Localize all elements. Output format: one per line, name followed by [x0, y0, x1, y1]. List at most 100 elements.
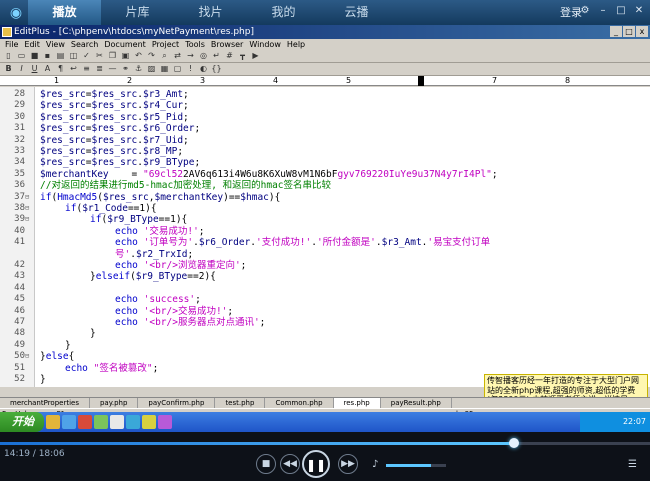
- menu-item[interactable]: Help: [284, 39, 308, 50]
- code-line[interactable]: 49}: [0, 340, 650, 351]
- player-tab[interactable]: 我的: [247, 0, 320, 25]
- paste-icon[interactable]: ▣: [120, 51, 131, 61]
- quicklaunch-media-icon[interactable]: [94, 415, 108, 429]
- align-left-icon[interactable]: ≡: [81, 64, 92, 74]
- code-line[interactable]: 35 $merchantKey = "69cl522AV6q613i4W6u8K6…: [0, 169, 650, 180]
- code-line[interactable]: 43}elseif($r9_BType==2){: [0, 271, 650, 282]
- pause-button[interactable]: ❚❚: [302, 450, 330, 478]
- editor-maximize-icon[interactable]: □: [623, 26, 635, 37]
- menu-item[interactable]: Tools: [182, 39, 208, 50]
- undo-icon[interactable]: ↶: [133, 51, 144, 61]
- player-tab[interactable]: 云播: [320, 0, 393, 25]
- player-tab[interactable]: 播放: [28, 0, 101, 25]
- nbsp-icon[interactable]: ¶: [55, 64, 66, 74]
- editor-close-icon[interactable]: x: [636, 26, 648, 37]
- menu-item[interactable]: Document: [101, 39, 148, 50]
- new-file-icon[interactable]: ▯: [3, 51, 14, 61]
- maximize-icon[interactable]: □: [614, 4, 628, 18]
- menu-item[interactable]: View: [43, 39, 68, 50]
- word-wrap-icon[interactable]: ↵: [211, 51, 222, 61]
- file-tab[interactable]: pay.php: [90, 398, 139, 408]
- code-line[interactable]: 46 echo '<br/>交易成功!';: [0, 306, 650, 317]
- goto-icon[interactable]: →: [185, 51, 196, 61]
- minimize-icon[interactable]: –: [596, 4, 610, 18]
- file-tab[interactable]: payResult.php: [381, 398, 452, 408]
- menu-item[interactable]: Browser: [208, 39, 246, 50]
- volume-icon[interactable]: ♪: [372, 459, 378, 470]
- break-icon[interactable]: ↩: [68, 64, 79, 74]
- color-icon[interactable]: ◐: [198, 64, 209, 74]
- taskbar-editplus-icon[interactable]: [142, 415, 156, 429]
- code-line[interactable]: 42 echo '<br/>浏览器重定向';: [0, 260, 650, 271]
- browser-icon[interactable]: ◎: [198, 51, 209, 61]
- file-tab[interactable]: test.php: [215, 398, 266, 408]
- taskbar-window-icon[interactable]: [126, 415, 140, 429]
- anchor-icon[interactable]: ⚓: [133, 64, 144, 74]
- cut-icon[interactable]: ✂: [94, 51, 105, 61]
- start-button[interactable]: 开始: [0, 412, 44, 432]
- next-button[interactable]: ▶▶: [338, 454, 358, 474]
- preview-icon[interactable]: ◫: [68, 51, 79, 61]
- code-line[interactable]: 47 echo '<br/>服务器点对点通讯';: [0, 317, 650, 328]
- menu-item[interactable]: Project: [149, 39, 182, 50]
- code-line[interactable]: 45 echo 'success';: [0, 294, 650, 305]
- taskbar-recorder-icon[interactable]: [158, 415, 172, 429]
- quicklaunch-folder-icon[interactable]: [46, 415, 60, 429]
- menu-item[interactable]: File: [2, 39, 21, 50]
- link-icon[interactable]: ⚭: [120, 64, 131, 74]
- quicklaunch-app-icon[interactable]: [78, 415, 92, 429]
- copy-icon[interactable]: ❐: [107, 51, 118, 61]
- previous-button[interactable]: ◀◀: [280, 454, 300, 474]
- code-line[interactable]: 38 ⊟ if($r1_Code==1){: [0, 203, 650, 214]
- find-icon[interactable]: ⌕: [159, 51, 170, 61]
- redo-icon[interactable]: ↷: [146, 51, 157, 61]
- bold-icon[interactable]: B: [3, 64, 14, 74]
- code-line[interactable]: 50 ⊟}else{: [0, 351, 650, 362]
- comment-icon[interactable]: !: [185, 64, 196, 74]
- line-number-icon[interactable]: #: [224, 51, 235, 61]
- fold-marker-icon[interactable]: ⊟: [25, 203, 34, 214]
- quicklaunch-doc-icon[interactable]: [110, 415, 124, 429]
- fold-marker-icon[interactable]: ⊟: [25, 192, 34, 203]
- close-icon[interactable]: ✕: [632, 4, 646, 18]
- quicklaunch-browser-icon[interactable]: [62, 415, 76, 429]
- fold-marker-icon[interactable]: ⊟: [25, 351, 34, 362]
- ruler-icon[interactable]: ┳: [237, 51, 248, 61]
- player-tab[interactable]: 片库: [101, 0, 174, 25]
- stop-button[interactable]: ■: [256, 454, 276, 474]
- open-file-icon[interactable]: ▭: [16, 51, 27, 61]
- playlist-icon[interactable]: ☰: [628, 459, 637, 470]
- code-line[interactable]: 28 $res_src=$res_src.$r3_Amt;: [0, 89, 650, 100]
- run-icon[interactable]: ▶: [250, 51, 261, 61]
- menu-item[interactable]: Window: [246, 39, 284, 50]
- code-line[interactable]: 30 $res_src=$res_src.$r5_Pid;: [0, 112, 650, 123]
- code-line[interactable]: 34 $res_src=$res_src.$r9_BType;: [0, 157, 650, 168]
- player-tab[interactable]: 找片: [174, 0, 247, 25]
- code-line[interactable]: 31 $res_src=$res_src.$r6_Order;: [0, 123, 650, 134]
- spellcheck-icon[interactable]: ✓: [81, 51, 92, 61]
- italic-icon[interactable]: I: [16, 64, 27, 74]
- file-tab[interactable]: merchantProperties: [0, 398, 90, 408]
- code-editor-area[interactable]: 28 $res_src=$res_src.$r3_Amt; 29 $res_src=$…: [0, 87, 650, 387]
- editor-minimize-icon[interactable]: _: [610, 26, 622, 37]
- replace-icon[interactable]: ⇄: [172, 51, 183, 61]
- file-tab[interactable]: Common.php: [265, 398, 334, 408]
- code-line[interactable]: 44: [0, 283, 650, 294]
- settings-icon[interactable]: ⚙: [578, 4, 592, 18]
- underline-icon[interactable]: U: [29, 64, 40, 74]
- file-tab[interactable]: res.php: [333, 398, 381, 408]
- save-all-icon[interactable]: ▪: [42, 51, 53, 61]
- code-line[interactable]: 39 ⊟ if($r9_BType==1){: [0, 214, 650, 225]
- script-icon[interactable]: {}: [211, 64, 222, 74]
- code-line[interactable]: 40 echo '交易成功!';: [0, 226, 650, 237]
- form-icon[interactable]: ▢: [172, 64, 183, 74]
- code-line[interactable]: 36 //对返回的结果进行md5-hmac加密处理, 和返回的hmac签名串比较: [0, 180, 650, 191]
- print-icon[interactable]: ▤: [55, 51, 66, 61]
- code-line[interactable]: 41 echo '订单号为'.$r6_Order.'支付成功!'.'所付金额是'.…: [0, 237, 650, 248]
- font-icon[interactable]: A: [42, 64, 53, 74]
- code-line[interactable]: 32 $res_src=$res_src.$r7_Uid;: [0, 135, 650, 146]
- table-icon[interactable]: ▦: [159, 64, 170, 74]
- code-line[interactable]: 号'.$r2_TrxId;: [0, 249, 650, 260]
- code-line[interactable]: 37 ⊟ if(HmacMd5($res_src,$merchantKey)==$h…: [0, 192, 650, 203]
- menu-item[interactable]: Edit: [21, 39, 43, 50]
